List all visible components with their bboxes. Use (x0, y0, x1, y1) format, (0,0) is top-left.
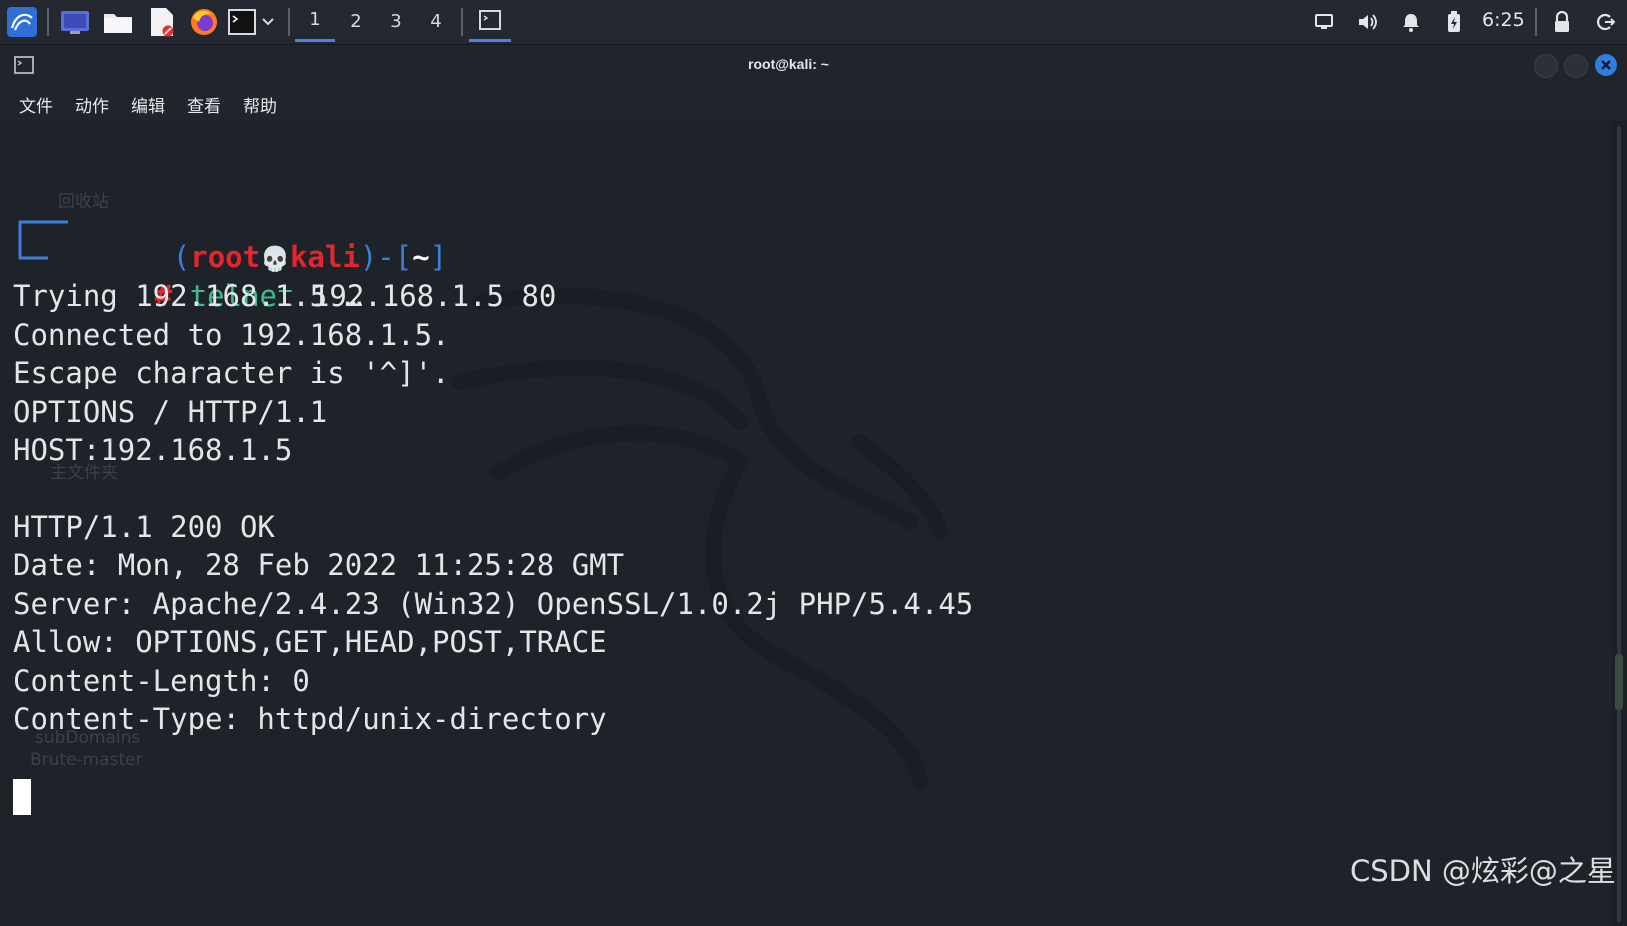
output-line: HOST:192.168.1.5 (13, 433, 293, 467)
workspace-3[interactable]: 3 (376, 0, 416, 42)
terminal-output[interactable]: 回收站 主文件夹 subDomains Brute-master (root💀k… (0, 122, 1610, 926)
file-manager-icon[interactable] (101, 5, 135, 39)
text-editor-icon[interactable] (147, 5, 177, 39)
output-line: Date: Mon, 28 Feb 2022 11:25:28 GMT (13, 548, 625, 582)
terminal-window-button[interactable] (469, 0, 511, 42)
terminal-window: root@kali: ~ 文件 动作 编辑 查看 帮助 回收站 主文件夹 sub… (0, 45, 1627, 926)
ghost-folder-label: Brute-master (30, 750, 143, 770)
menu-help[interactable]: 帮助 (243, 92, 277, 117)
clock[interactable]: 6:25 (1482, 9, 1525, 31)
close-button[interactable] (1595, 54, 1617, 76)
volume-icon[interactable] (1354, 5, 1382, 39)
taskbar-separator (461, 8, 463, 36)
maximize-button[interactable] (1564, 54, 1588, 78)
kali-menu-icon[interactable] (4, 5, 40, 39)
menu-edit[interactable]: 编辑 (131, 92, 165, 117)
taskbar-separator (288, 8, 290, 36)
lock-icon[interactable] (1549, 5, 1575, 39)
output-line: Allow: OPTIONS,GET,HEAD,POST,TRACE (13, 625, 607, 659)
taskbar-separator (47, 8, 49, 36)
minimize-button[interactable] (1534, 54, 1558, 78)
terminal-window-icon (479, 9, 501, 30)
workspace-4[interactable]: 4 (416, 0, 456, 42)
window-title: root@kali: ~ (748, 56, 829, 72)
window-titlebar[interactable]: root@kali: ~ (0, 45, 1627, 85)
dropdown-icon[interactable] (260, 5, 276, 39)
scrollbar[interactable] (1612, 122, 1627, 926)
workspace-2[interactable]: 2 (336, 0, 376, 42)
output-line: Content-Type: httpd/unix-directory (13, 702, 607, 736)
output-line: Content-Length: 0 (13, 664, 310, 698)
text-cursor (13, 779, 31, 815)
menu-file[interactable]: 文件 (19, 92, 53, 117)
taskbar-separator (1535, 8, 1537, 36)
output-line: Trying 192.168.1.5 … (13, 279, 363, 313)
scrollbar-track[interactable] (1617, 126, 1621, 922)
notification-icon[interactable] (1398, 5, 1424, 39)
display-icon[interactable] (1310, 5, 1338, 39)
workspace-1[interactable]: 1 (295, 0, 335, 42)
output-line: Server: Apache/2.4.23 (Win32) OpenSSL/1.… (13, 587, 974, 621)
scrollbar-handle[interactable] (1615, 654, 1623, 710)
prompt-line: (root💀kali)-[~] (68, 200, 447, 274)
command-line: # telnet 192.168.1.5 80 (50, 239, 557, 313)
menu-actions[interactable]: 动作 (75, 92, 109, 117)
menu-bar: 文件 动作 编辑 查看 帮助 (0, 85, 1627, 122)
output-line: OPTIONS / HTTP/1.1 (13, 395, 328, 429)
logout-icon[interactable] (1592, 5, 1618, 39)
csdn-watermark: CSDN @炫彩@之星 (1350, 854, 1616, 888)
output-line: Connected to 192.168.1.5. (13, 318, 450, 352)
firefox-icon[interactable] (188, 5, 220, 39)
output-line: HTTP/1.1 200 OK (13, 510, 275, 544)
menu-view[interactable]: 查看 (187, 92, 221, 117)
terminal-icon[interactable] (227, 5, 257, 39)
close-icon (1601, 60, 1611, 70)
top-panel: 1 2 3 4 6:25 (0, 0, 1627, 45)
output-line: Escape character is '^]'. (13, 356, 450, 390)
battery-icon[interactable] (1442, 5, 1466, 39)
desktop-icon[interactable] (58, 5, 92, 39)
